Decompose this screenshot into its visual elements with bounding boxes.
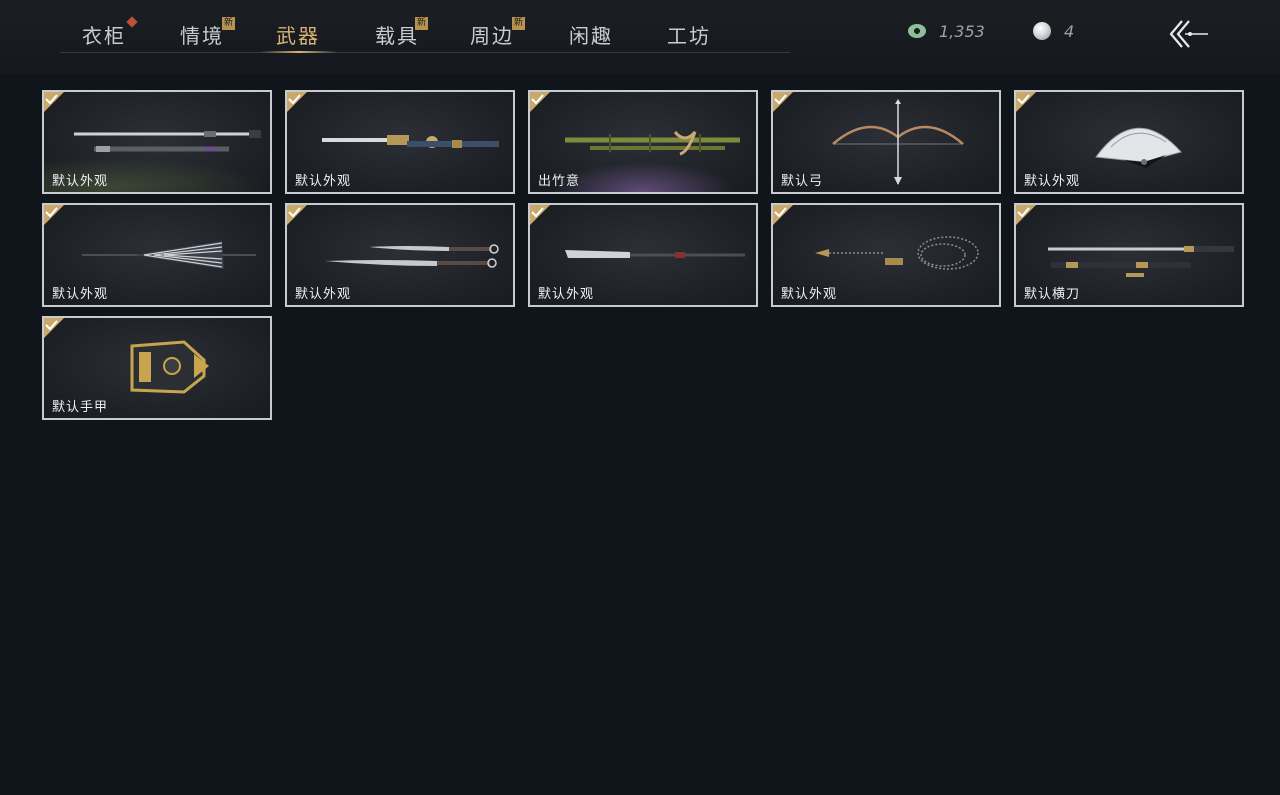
weapon-card-gauntlet[interactable]: 默认手甲 — [42, 316, 272, 420]
item-label: 默认外观 — [52, 287, 109, 302]
tab-workshop[interactable]: 工坊 — [667, 20, 711, 49]
tab-label: 闲趣 — [569, 24, 613, 48]
back-button[interactable] — [1166, 16, 1210, 52]
item-label: 默认横刀 — [1024, 287, 1081, 302]
tab-label: 载具 — [375, 24, 419, 48]
new-badge: 新 — [512, 17, 525, 30]
owned-check-icon — [530, 205, 552, 227]
tab-weapons[interactable]: 武器 — [276, 20, 320, 49]
weapon-card-twin-blades[interactable]: 默认外观 — [285, 203, 515, 307]
tab-label: 衣柜 — [82, 24, 126, 48]
weapon-card-fan[interactable]: 默认外观 — [1014, 90, 1244, 194]
item-label: 默认弓 — [781, 174, 824, 189]
pearl-amount: 4 — [1064, 21, 1075, 41]
item-label: 默认外观 — [538, 287, 595, 302]
owned-check-icon — [530, 92, 552, 114]
owned-check-icon — [287, 205, 309, 227]
top-navigation-bar: 衣柜 情境 新 武器 载具 新 周边 新 闲趣 工坊 1,353 4 — [0, 0, 1280, 74]
notification-dot-icon — [126, 16, 138, 28]
weapon-card-umbrella[interactable]: 默认外观 — [42, 203, 272, 307]
new-badge: 新 — [415, 17, 428, 30]
item-label: 出竹意 — [538, 174, 581, 189]
category-tabs: 衣柜 情境 新 武器 载具 新 周边 新 闲趣 工坊 — [60, 0, 790, 53]
tab-leisure[interactable]: 闲趣 — [569, 20, 613, 49]
weapon-card-glaive[interactable]: 默认外观 — [528, 203, 758, 307]
jade-amount: 1,353 — [939, 21, 985, 41]
owned-check-icon — [773, 205, 795, 227]
item-label: 默认外观 — [781, 287, 838, 302]
pearl-currency: 4 — [1033, 20, 1074, 42]
tab-vehicles[interactable]: 载具 新 — [375, 17, 428, 49]
tab-label: 工坊 — [667, 24, 711, 48]
weapon-card-ornate-sword[interactable]: 默认外观 — [285, 90, 515, 194]
weapon-card-dual-swords[interactable]: 默认外观 — [42, 90, 272, 194]
jade-coin-icon — [908, 24, 926, 38]
tab-label: 武器 — [276, 24, 320, 48]
item-label: 默认外观 — [295, 174, 352, 189]
weapon-card-bamboo-staff[interactable]: 出竹意 — [528, 90, 758, 194]
owned-check-icon — [1016, 205, 1038, 227]
item-label: 默认外观 — [1024, 174, 1081, 189]
tab-label: 周边 — [470, 24, 514, 48]
item-label: 默认外观 — [52, 174, 109, 189]
weapon-card-bow[interactable]: 默认弓 — [771, 90, 1001, 194]
tab-wardrobe[interactable]: 衣柜 — [82, 16, 138, 49]
jade-currency: 1,353 — [908, 20, 985, 42]
item-label: 默认手甲 — [52, 400, 109, 415]
owned-check-icon — [44, 92, 66, 114]
owned-check-icon — [1016, 92, 1038, 114]
tab-label: 情境 — [180, 24, 224, 48]
owned-check-icon — [773, 92, 795, 114]
owned-check-icon — [287, 92, 309, 114]
back-arrow-icon — [1169, 20, 1208, 48]
owned-check-icon — [44, 205, 66, 227]
tab-scenes[interactable]: 情境 新 — [180, 17, 235, 49]
item-label: 默认外观 — [295, 287, 352, 302]
active-tab-indicator — [260, 51, 338, 53]
owned-check-icon — [44, 318, 66, 340]
tab-accessories[interactable]: 周边 新 — [470, 17, 525, 49]
weapon-card-hengdao[interactable]: 默认横刀 — [1014, 203, 1244, 307]
weapon-card-rope-dart[interactable]: 默认外观 — [771, 203, 1001, 307]
new-badge: 新 — [222, 17, 235, 30]
pearl-icon — [1033, 22, 1051, 40]
